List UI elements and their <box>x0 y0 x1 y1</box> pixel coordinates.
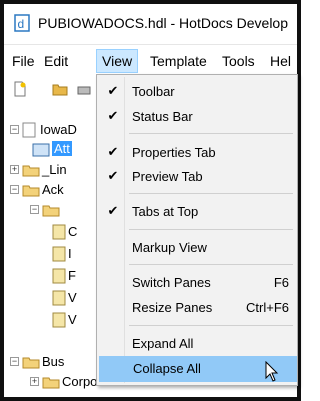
component-icon <box>52 224 66 240</box>
tree-label: IowaD <box>40 122 77 137</box>
menu-item-switch-panes[interactable]: Switch Panes F6 <box>99 271 295 295</box>
mouse-cursor-icon <box>265 361 279 382</box>
collapse-icon[interactable]: − <box>10 125 19 134</box>
new-file-icon[interactable] <box>12 81 28 97</box>
title-bar: d PUBIOWADOCS.hdl - HotDocs Develop <box>4 4 297 45</box>
open-folder-icon[interactable] <box>52 81 68 97</box>
menu-item-label: Markup View <box>132 240 207 255</box>
menu-item-status-bar[interactable]: ✔ Status Bar <box>99 105 295 129</box>
menu-view[interactable]: View <box>96 49 139 73</box>
folder-icon <box>22 165 40 177</box>
menu-item-label: Expand All <box>132 336 194 351</box>
tree-label: I <box>68 246 72 261</box>
menu-template[interactable]: Template <box>150 53 207 69</box>
folder-icon <box>42 377 60 389</box>
library-icon <box>22 122 36 138</box>
view-menu-dropdown: ✔ Toolbar ✔ Status Bar ✔ Properties Tab … <box>96 74 298 386</box>
template-icon <box>32 143 50 157</box>
menu-item-preview-tab[interactable]: ✔ Preview Tab <box>99 165 295 189</box>
svg-text:d: d <box>18 17 25 31</box>
expand-icon[interactable]: + <box>30 377 39 386</box>
menu-bar: File Edit View Template Tools Hel <box>4 48 297 74</box>
print-icon[interactable] <box>76 81 92 97</box>
window-title: PUBIOWADOCS.hdl - HotDocs Develop <box>38 15 288 31</box>
menu-item-label: Resize Panes <box>132 300 213 315</box>
component-icon <box>52 290 66 306</box>
open-folder-icon <box>22 185 40 197</box>
menu-item-resize-panes[interactable]: Resize Panes Ctrl+F6 <box>99 296 295 320</box>
component-icon <box>52 312 66 328</box>
tree-label: C <box>68 224 78 239</box>
check-icon: ✔ <box>107 108 119 123</box>
menu-item-shortcut: Ctrl+F6 <box>246 300 289 315</box>
folder-icon <box>42 205 60 217</box>
menu-item-label: Collapse All <box>133 361 201 376</box>
menu-item-label: Status Bar <box>132 109 193 124</box>
component-icon <box>52 268 66 284</box>
tree-label: _Lin <box>42 162 67 177</box>
menu-help[interactable]: Hel <box>270 53 291 69</box>
check-icon: ✔ <box>107 168 119 183</box>
menu-item-label: Tabs at Top <box>132 204 199 219</box>
collapse-icon[interactable]: − <box>10 185 19 194</box>
menu-item-toolbar[interactable]: ✔ Toolbar <box>99 80 295 104</box>
menu-item-shortcut: F6 <box>273 275 289 290</box>
menu-separator <box>129 193 293 194</box>
menu-item-tabs-at-top[interactable]: ✔ Tabs at Top <box>99 200 295 224</box>
menu-item-markup-view[interactable]: Markup View <box>99 236 295 260</box>
menu-separator <box>129 264 293 265</box>
menu-item-label: Properties Tab <box>132 145 216 160</box>
collapse-icon[interactable]: − <box>10 357 19 366</box>
menu-separator <box>129 229 293 230</box>
collapse-icon[interactable]: − <box>30 205 39 214</box>
tree-label: V <box>68 312 77 327</box>
menu-separator <box>129 133 293 134</box>
component-icon <box>52 246 66 262</box>
menu-item-expand-all[interactable]: Expand All <box>99 332 295 356</box>
tree-label: Ack <box>42 182 64 197</box>
menu-item-label: Preview Tab <box>132 169 203 184</box>
tree-label: Att <box>52 141 72 156</box>
menu-file[interactable]: File <box>12 53 35 69</box>
menu-item-label: Switch Panes <box>132 275 211 290</box>
menu-separator <box>129 325 293 326</box>
menu-tools[interactable]: Tools <box>222 53 255 69</box>
menu-edit[interactable]: Edit <box>44 53 68 69</box>
check-icon: ✔ <box>107 83 119 98</box>
tree-label: Bus <box>42 354 65 369</box>
menu-item-properties-tab[interactable]: ✔ Properties Tab <box>99 141 295 165</box>
open-folder-icon <box>22 357 40 369</box>
tree-label: V <box>68 290 77 305</box>
menu-item-label: Toolbar <box>132 84 175 99</box>
expand-icon[interactable]: + <box>10 165 19 174</box>
check-icon: ✔ <box>107 144 119 159</box>
check-icon: ✔ <box>107 203 119 218</box>
tree-label: F <box>68 268 76 283</box>
hotdocs-app-icon: d <box>14 14 30 32</box>
